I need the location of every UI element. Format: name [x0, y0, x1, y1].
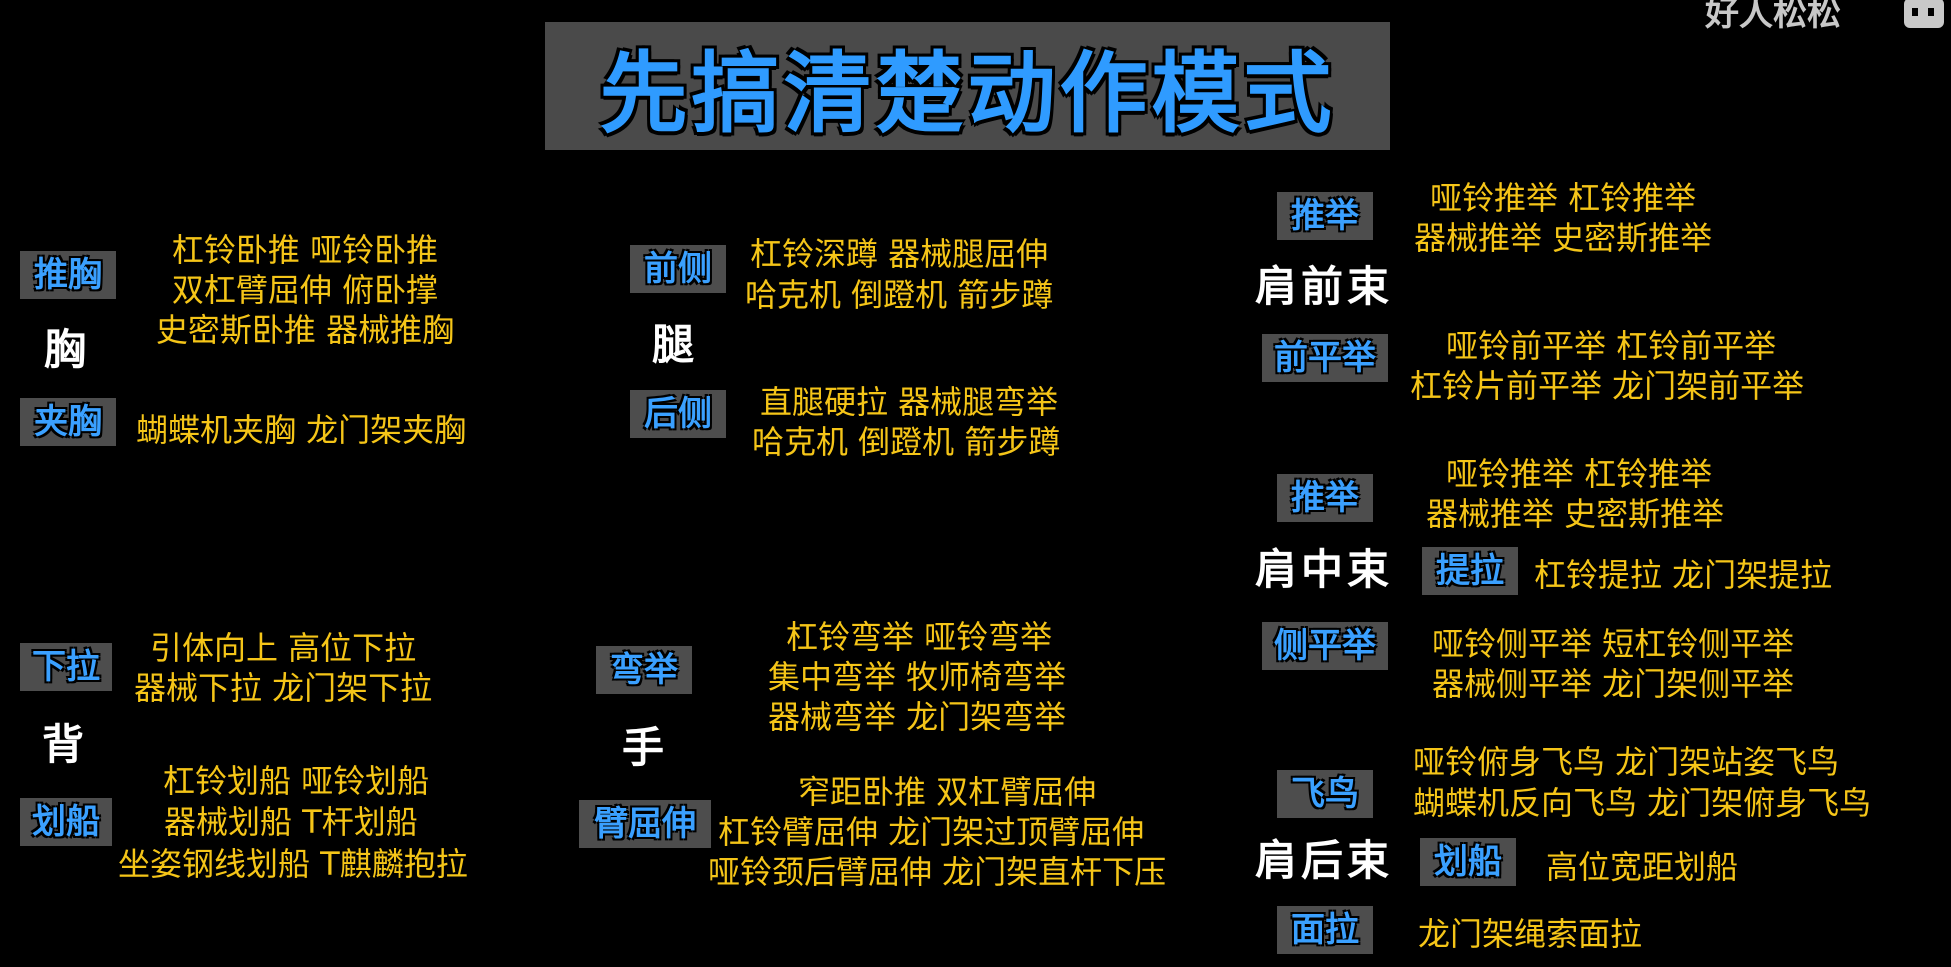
tag-curl: 弯举 — [596, 646, 692, 694]
exercise-line: 杠铃提拉 龙门架提拉 — [1534, 556, 1833, 594]
muscle-front-delt: 肩前束 — [1255, 262, 1394, 311]
tag-back-row: 划船 — [20, 798, 112, 846]
muscle-rear-delt: 肩后束 — [1255, 836, 1394, 885]
exercise-line: 杠铃片前平举 龙门架前平举 — [1410, 367, 1805, 405]
tag-triceps-extension: 臂屈伸 — [579, 800, 711, 848]
exercise-line: 器械推举 史密斯推举 — [1426, 495, 1725, 533]
tag-rear-row: 划船 — [1420, 838, 1516, 886]
exercise-line: 龙门架绳索面拉 — [1418, 915, 1643, 953]
tag-upright-row: 提拉 — [1422, 547, 1518, 595]
exercise-line: 杠铃弯举 哑铃弯举 — [786, 618, 1053, 656]
tag-leg-back: 后侧 — [630, 390, 726, 438]
exercise-line: 引体向上 高位下拉 — [150, 629, 417, 667]
tag-front-delt-press: 推举 — [1277, 192, 1373, 240]
page-title: 先搞清楚动作模式 — [599, 41, 1336, 145]
tag-rear-fly: 飞鸟 — [1277, 770, 1373, 818]
exercise-line: 器械弯举 龙门架弯举 — [768, 698, 1067, 736]
tag-chest-press: 推胸 — [20, 251, 116, 299]
exercise-line: 器械划船 T杆划船 — [164, 803, 418, 841]
exercise-line: 蝴蝶机反向飞鸟 龙门架俯身飞鸟 — [1413, 784, 1872, 822]
exercise-line: 哈克机 倒蹬机 箭步蹲 — [745, 276, 1054, 314]
exercise-line: 窄距卧推 双杠臂屈伸 — [798, 773, 1097, 811]
exercise-line: 集中弯举 牧师椅弯举 — [768, 658, 1067, 696]
exercise-line: 直腿硬拉 器械腿弯举 — [760, 383, 1059, 421]
exercise-line: 双杠臂屈伸 俯卧撑 — [171, 271, 439, 309]
tag-chest-fly: 夹胸 — [20, 398, 116, 446]
exercise-line: 哑铃推举 杠铃推举 — [1446, 455, 1713, 493]
exercise-line: 史密斯卧推 器械推胸 — [155, 311, 455, 349]
exercise-line: 蝴蝶机夹胸 龙门架夹胸 — [136, 411, 467, 449]
muscle-mid-delt: 肩中束 — [1255, 545, 1394, 594]
exercise-line: 杠铃深蹲 器械腿屈伸 — [750, 235, 1049, 273]
muscle-back: 背 — [42, 720, 85, 769]
muscle-chest: 胸 — [44, 325, 87, 374]
exercise-line: 哈克机 倒蹬机 箭步蹲 — [752, 423, 1061, 461]
exercise-line: 哑铃颈后臂屈伸 龙门架直杆下压 — [708, 853, 1167, 891]
tag-lateral-raise: 侧平举 — [1262, 622, 1388, 670]
exercise-line: 哑铃俯身飞鸟 龙门架站姿飞鸟 — [1413, 743, 1840, 781]
tag-pulldown: 下拉 — [20, 643, 112, 691]
exercise-line: 哑铃侧平举 短杠铃侧平举 — [1432, 625, 1795, 663]
title-banner: 先搞清楚动作模式 — [545, 22, 1390, 150]
muscle-legs: 腿 — [652, 320, 695, 369]
exercise-line: 哑铃前平举 杠铃前平举 — [1446, 327, 1777, 365]
exercise-line: 器械推举 史密斯推举 — [1414, 219, 1713, 257]
exercise-line: 杠铃臂屈伸 龙门架过顶臂屈伸 — [718, 813, 1145, 851]
exercise-line: 哑铃推举 杠铃推举 — [1430, 179, 1697, 217]
exercise-line: 高位宽距划船 — [1546, 848, 1739, 886]
tag-leg-front: 前侧 — [630, 245, 726, 293]
bilibili-logo-icon — [1904, 0, 1944, 28]
tag-face-pull: 面拉 — [1277, 906, 1373, 954]
tag-front-raise: 前平举 — [1262, 334, 1388, 382]
exercise-line: 杠铃划船 哑铃划船 — [163, 762, 430, 800]
muscle-arms: 手 — [622, 723, 665, 772]
watermark: 好人松松 — [1705, 0, 1841, 34]
exercise-line: 器械下拉 龙门架下拉 — [134, 669, 433, 707]
exercise-line: 坐姿钢线划船 T麒麟抱拉 — [118, 845, 468, 883]
exercise-line: 器械侧平举 龙门架侧平举 — [1432, 665, 1795, 703]
exercise-line: 杠铃卧推 哑铃卧推 — [171, 231, 439, 269]
tag-mid-delt-press: 推举 — [1277, 474, 1373, 522]
